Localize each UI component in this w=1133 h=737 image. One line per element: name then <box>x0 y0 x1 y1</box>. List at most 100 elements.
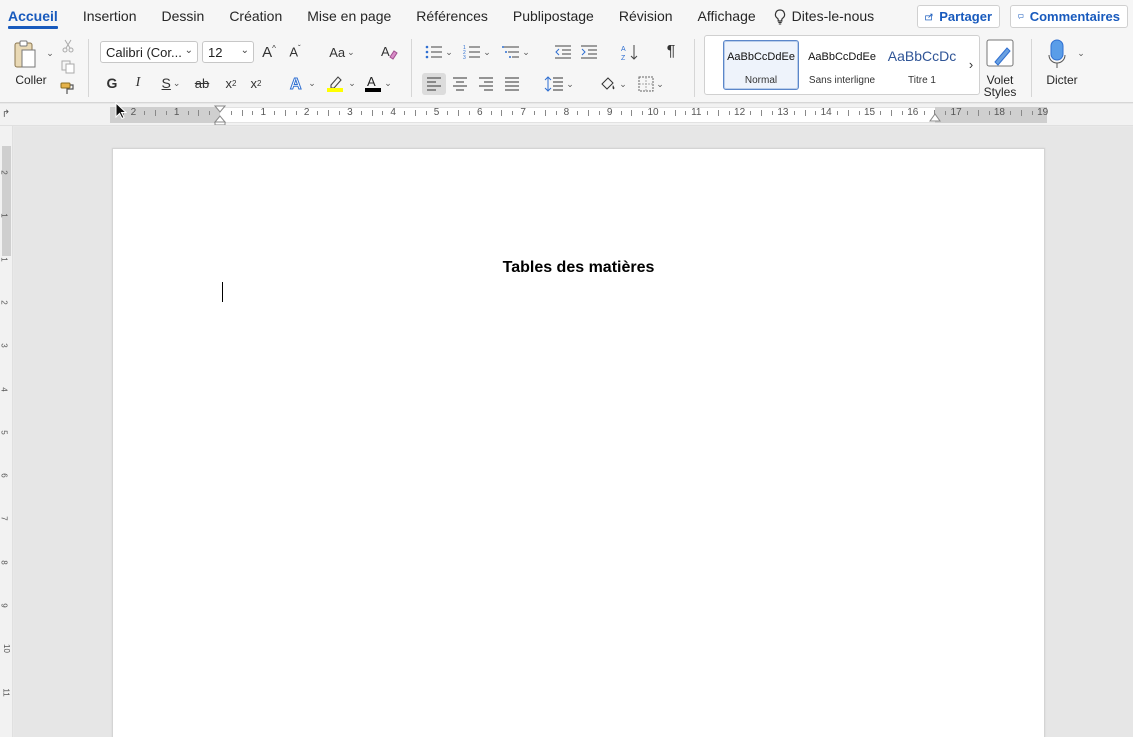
ruler-number: 4 <box>0 386 9 392</box>
styles-more-button[interactable]: › <box>965 54 977 74</box>
ruler-number: 5 <box>433 107 440 118</box>
ruler-tick <box>447 111 449 115</box>
borders-button[interactable]: ⌄ <box>633 73 669 95</box>
numbered-list-icon: 123 <box>463 45 481 59</box>
tab-publipostage[interactable]: Publipostage <box>513 0 594 33</box>
divider <box>88 39 89 97</box>
indent-marker-icon <box>214 105 226 125</box>
borders-icon <box>638 76 654 92</box>
strikethrough-button[interactable]: ab <box>192 73 212 93</box>
tab-accueil[interactable]: Accueil <box>8 0 58 33</box>
style-normal[interactable]: AaBbCcDdEe Normal <box>723 40 799 90</box>
ruler-tick <box>685 111 687 115</box>
document-page[interactable]: Tables des matières <box>112 148 1045 737</box>
grow-font-button[interactable]: A^ <box>259 42 279 62</box>
tab-references[interactable]: Références <box>416 0 488 33</box>
ruler-number: 6 <box>477 107 483 118</box>
comment-icon <box>1018 14 1024 20</box>
font-size-select[interactable]: 12 ⌄ <box>202 41 254 63</box>
ruler-tick <box>490 111 492 115</box>
dictate-button[interactable] <box>1044 37 1070 71</box>
sort-button[interactable]: AZ <box>619 42 641 62</box>
ruler-tick <box>642 111 644 115</box>
tell-me-label: Dites-le-nous <box>791 8 875 24</box>
line-spacing-button[interactable]: ⌄ <box>541 73 577 95</box>
justify-button[interactable] <box>501 73 523 95</box>
numbering-button[interactable]: 123 ⌄ <box>460 42 494 62</box>
horizontal-ruler[interactable]: ↱ 2 1 1 2 3 4 5 6 7 8 9 10 11 12 13 14 15 16 17 18 19 <box>0 104 1133 126</box>
ruler-tick <box>544 110 546 116</box>
tab-revision[interactable]: Révision <box>619 0 673 33</box>
underline-button[interactable]: S ⌄ <box>155 73 187 93</box>
highlight-color-button[interactable]: ⌄ <box>323 73 359 93</box>
vertical-ruler[interactable]: 2 1 1 2 3 4 5 6 7 8 9 10 11 <box>0 126 13 737</box>
indent-marker[interactable] <box>214 105 226 125</box>
copy-button[interactable] <box>60 59 76 75</box>
bullet-list-icon <box>425 45 443 59</box>
text-effects-button[interactable]: A ⌄ <box>284 73 320 93</box>
scissors-icon <box>62 39 74 53</box>
superscript-button[interactable]: x2 <box>246 73 266 93</box>
tab-affichage[interactable]: Affichage <box>698 0 756 33</box>
tab-selector-icon[interactable]: ↱ <box>1 107 11 121</box>
share-button[interactable]: Partager <box>917 5 1000 28</box>
ruler-tick <box>252 111 254 115</box>
dictate-label: Dicter <box>1046 73 1078 87</box>
show-formatting-button[interactable]: ¶ <box>660 42 682 62</box>
right-indent-marker[interactable] <box>929 111 941 123</box>
shading-button[interactable]: ⌄ <box>596 73 630 95</box>
increase-indent-button[interactable] <box>578 42 600 62</box>
tab-dessin[interactable]: Dessin <box>162 0 205 33</box>
tell-me-box[interactable]: Dites-le-nous <box>774 0 874 33</box>
share-label: Partager <box>939 9 992 24</box>
dictate-options-caret[interactable]: ⌄ <box>1074 47 1086 59</box>
comments-button[interactable]: Commentaires <box>1010 5 1128 28</box>
align-right-button[interactable] <box>475 73 497 95</box>
ruler-tick <box>880 111 882 115</box>
right-indent-icon <box>929 113 941 122</box>
paste-button[interactable] <box>10 38 40 72</box>
ruler-tick <box>155 110 157 116</box>
style-titre-1[interactable]: AaBbCcDc Titre 1 <box>884 40 960 90</box>
align-center-button[interactable] <box>449 73 471 95</box>
font-name-select[interactable]: Calibri (Cor... ⌄ <box>100 41 198 63</box>
clear-formatting-button[interactable]: A <box>378 42 400 62</box>
chevron-down-icon: ⌄ <box>483 46 491 57</box>
font-color-button[interactable]: A ⌄ <box>360 73 396 93</box>
document-heading[interactable]: Tables des matières <box>113 259 1044 277</box>
align-left-button[interactable] <box>422 73 446 95</box>
paste-options-caret[interactable]: ⌄ <box>44 47 54 59</box>
ruler-number: 17 <box>950 107 962 118</box>
ruler-tick <box>588 110 590 116</box>
styles-pane-label: Volet Styles <box>983 73 1017 99</box>
font-color-icon: A <box>365 74 382 92</box>
svg-text:3: 3 <box>463 55 466 59</box>
bullets-button[interactable]: ⌄ <box>422 42 456 62</box>
chevron-down-icon: ⌄ <box>308 77 316 88</box>
chevron-down-icon: ⌄ <box>656 78 664 89</box>
ruler-tick <box>847 110 849 116</box>
subscript-button[interactable]: x2 <box>221 73 241 93</box>
italic-button[interactable]: I <box>129 73 147 93</box>
bold-button[interactable]: G <box>103 73 121 93</box>
ruler-tick <box>707 111 709 115</box>
multilevel-list-button[interactable]: ⌄ <box>499 42 533 62</box>
cut-button[interactable] <box>60 38 76 54</box>
grow-font-icon: A^ <box>262 43 276 61</box>
ruler-tick <box>804 110 806 116</box>
styles-pane-button[interactable] <box>984 37 1016 69</box>
ruler-number: 16 <box>907 107 919 118</box>
tab-insertion[interactable]: Insertion <box>83 0 137 33</box>
change-case-button[interactable]: Aa ⌄ <box>325 42 359 62</box>
format-painter-button[interactable] <box>60 80 76 96</box>
microphone-icon <box>1048 39 1066 68</box>
clear-formatting-icon: A <box>381 44 398 60</box>
decrease-indent-button[interactable] <box>552 42 574 62</box>
shrink-font-button[interactable]: Aˇ <box>285 42 305 62</box>
chevron-right-icon: › <box>968 56 974 72</box>
tab-creation[interactable]: Création <box>229 0 282 33</box>
ruler-top-margin <box>2 146 11 256</box>
style-name: Normal <box>744 75 778 86</box>
style-sans-interligne[interactable]: AaBbCcDdEe Sans interligne <box>804 40 880 90</box>
tab-mise-en-page[interactable]: Mise en page <box>307 0 391 33</box>
